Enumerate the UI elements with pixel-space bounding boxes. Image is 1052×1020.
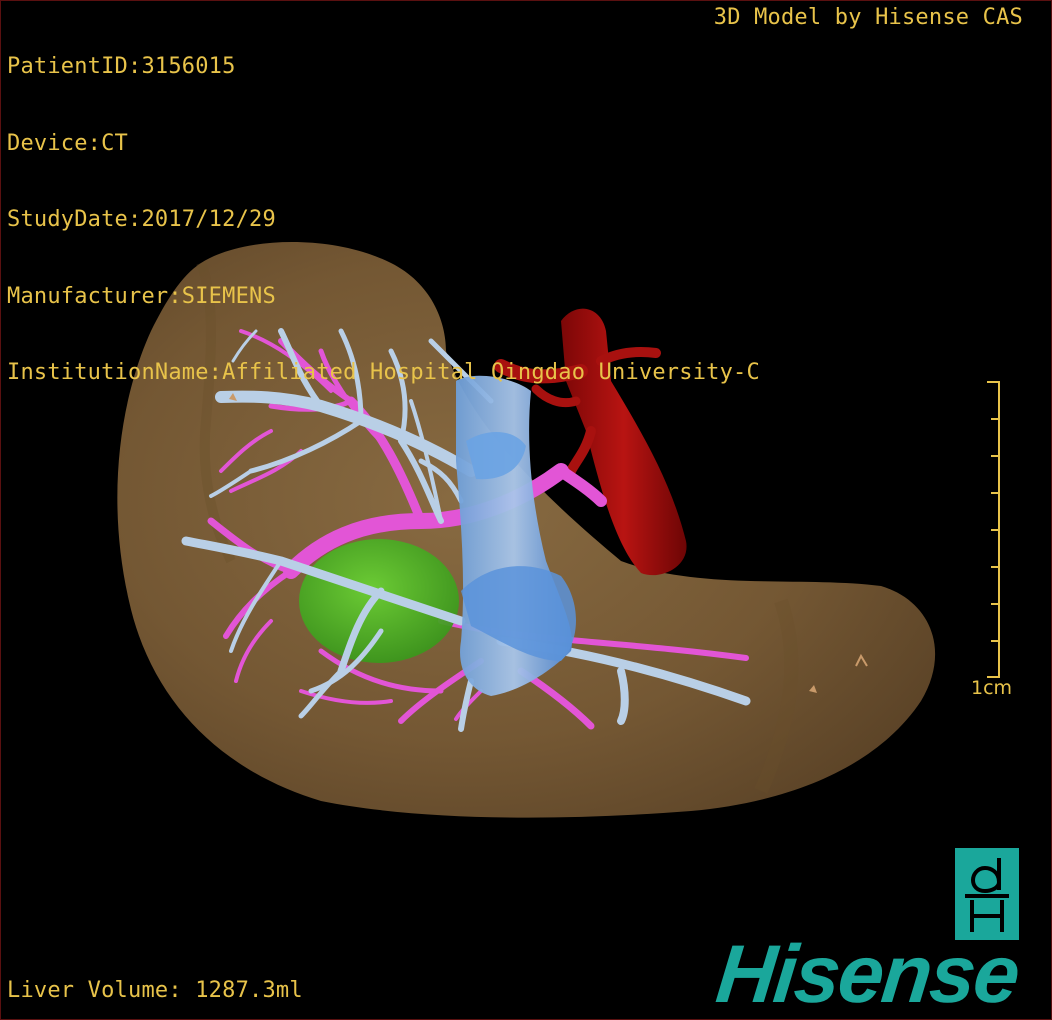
patient-id: PatientID:3156015: [7, 54, 236, 79]
dH-monogram-icon: [955, 848, 1019, 940]
manufacturer: Manufacturer:SIEMENS: [7, 283, 276, 309]
scale-label: 1cm: [971, 677, 1013, 699]
study-info-overlay: PatientID:3156015 Device:CT StudyDate:20…: [7, 3, 760, 437]
model-credit: 3D Model by Hisense CAS: [713, 5, 1023, 30]
hisense-logo: Hisense: [712, 929, 1023, 1020]
ct-3d-viewer[interactable]: PatientID:3156015 Device:CT StudyDate:20…: [0, 0, 1052, 1020]
institution-name: InstitutionName:Affiliated Hospital Qing…: [7, 360, 760, 385]
study-date: StudyDate:2017/12/29: [7, 207, 276, 232]
scale-bar: [987, 381, 1000, 678]
green-lesion: [299, 539, 459, 663]
device: Device:CT: [7, 130, 129, 156]
liver-volume: Liver Volume: 1287.3ml: [7, 978, 303, 1003]
